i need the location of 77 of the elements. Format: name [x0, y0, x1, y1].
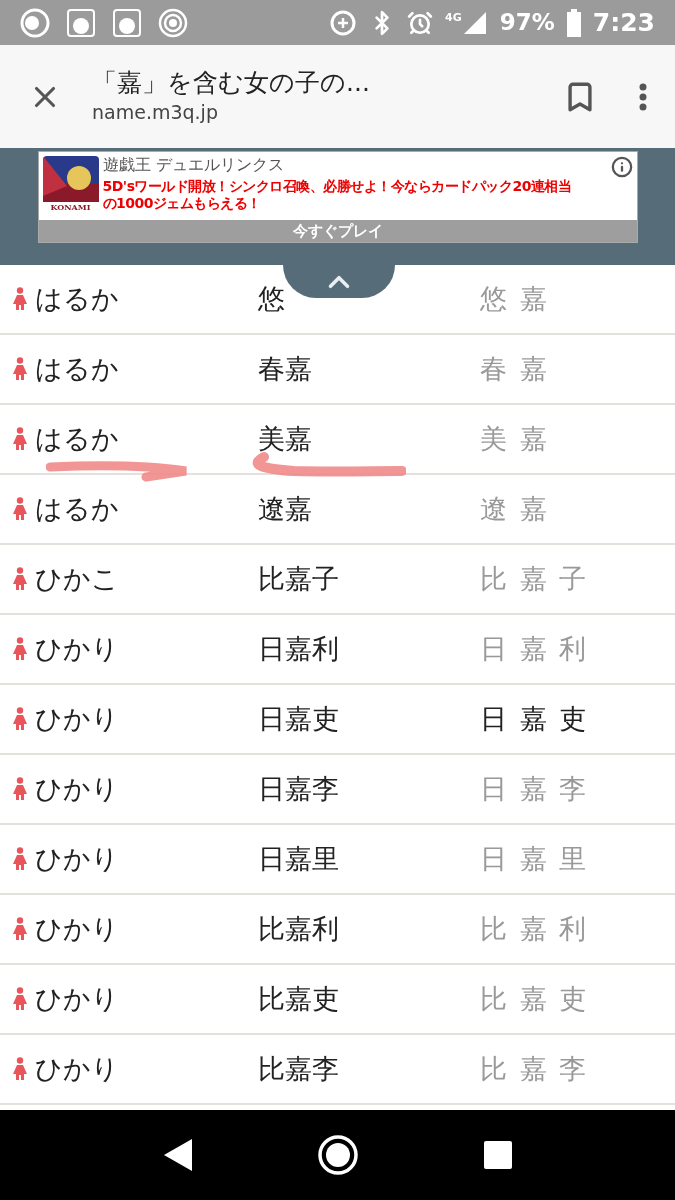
character-breakdown: 日 嘉 李 — [480, 771, 589, 806]
character-breakdown: 比 嘉 子 — [480, 561, 589, 596]
name-reading: ひかり — [35, 911, 120, 946]
list-row[interactable]: はるか 美嘉 美 嘉 — [0, 405, 675, 475]
recents-icon[interactable] — [483, 1140, 514, 1170]
character-breakdown: 美 嘉 — [480, 421, 549, 456]
name-kanji: 日嘉吏 — [258, 701, 339, 736]
target-icon — [158, 7, 188, 38]
list-row[interactable]: ひかり 比嘉利 比 嘉 利 — [0, 895, 675, 965]
page-title: 「嘉」を含む女の子の... — [92, 66, 370, 98]
character-breakdown: 比 嘉 吏 — [480, 981, 589, 1016]
character-breakdown: 日 嘉 吏 — [480, 701, 589, 736]
female-icon — [12, 567, 28, 591]
list-row[interactable]: はるか 遼嘉 遼 嘉 — [0, 475, 675, 545]
female-icon — [12, 987, 28, 1011]
female-icon — [12, 917, 28, 941]
name-kanji: 比嘉子 — [258, 561, 339, 596]
name-kanji: 日嘉李 — [258, 771, 339, 806]
list-row[interactable]: ひかり 日嘉里 日 嘉 里 — [0, 825, 675, 895]
name-kanji: 美嘉 — [258, 421, 312, 456]
female-icon — [12, 1057, 28, 1081]
ad-text: 5D'sワールド開放！シンクロ召喚、必勝せよ！今ならカードパック20連相当の1000ジェムもらえる！ — [102, 178, 573, 212]
list-row[interactable]: ひかこ 比嘉子 比 嘉 子 — [0, 545, 675, 615]
name-kanji: 比嘉吏 — [258, 981, 339, 1016]
more-icon — [639, 82, 647, 111]
list-row[interactable]: ひかり 比嘉李 比 嘉 李 — [0, 1035, 675, 1105]
ad-banner[interactable]: KONAMI 遊戯王 デュエルリンクス 5D'sワールド開放！シンクロ召喚、必勝せよ！今ならカードパック20連相当の1000ジェムもらえる！ 今すぐプレイ — [37, 151, 638, 243]
female-icon — [12, 357, 28, 381]
name-reading: ひかり — [35, 1051, 120, 1086]
name-reading: はるか — [35, 491, 120, 526]
name-reading: ひかこ — [35, 561, 120, 596]
info-icon[interactable] — [610, 156, 633, 178]
character-breakdown: 日 嘉 利 — [480, 631, 589, 666]
character-breakdown: 遼 嘉 — [480, 491, 549, 526]
character-breakdown: 日 嘉 里 — [480, 841, 589, 876]
list-row[interactable]: ひかり 日嘉利 日 嘉 利 — [0, 615, 675, 685]
name-reading: ひかり — [35, 631, 120, 666]
name-reading: はるか — [35, 351, 120, 386]
name-kanji: 日嘉利 — [258, 631, 339, 666]
name-reading: はるか — [35, 281, 120, 316]
ad-title: 遊戯王 デュエルリンクス — [102, 156, 284, 173]
name-reading: はるか — [35, 421, 120, 456]
female-icon — [12, 497, 28, 521]
list-row[interactable]: ひかり 比嘉吏 比 嘉 吏 — [0, 965, 675, 1035]
name-reading: ひかり — [35, 701, 120, 736]
character-breakdown: 悠 嘉 — [480, 281, 549, 316]
character-breakdown: 比 嘉 利 — [480, 911, 589, 946]
battery-percent: 97% — [499, 8, 555, 38]
battery-icon — [566, 8, 581, 37]
page-url: name.m3q.jp — [92, 99, 219, 125]
female-icon — [12, 637, 28, 661]
name-kanji: 日嘉里 — [258, 841, 339, 876]
name-kanji: 比嘉李 — [258, 1051, 339, 1086]
name-kanji: 遼嘉 — [258, 491, 312, 526]
app-icon — [20, 7, 50, 38]
character-breakdown: 比 嘉 李 — [480, 1051, 589, 1086]
name-reading: ひかり — [35, 981, 120, 1016]
female-icon — [12, 427, 28, 451]
list-row[interactable]: ひかり 日嘉李 日 嘉 李 — [0, 755, 675, 825]
female-icon — [12, 287, 28, 311]
name-kanji: 比嘉利 — [258, 911, 339, 946]
data-saver-icon — [329, 8, 358, 37]
home-icon[interactable] — [317, 1134, 360, 1176]
female-icon — [12, 777, 28, 801]
list-row[interactable]: はるか 春嘉 春 嘉 — [0, 335, 675, 405]
female-icon — [12, 847, 28, 871]
name-reading: ひかり — [35, 841, 120, 876]
name-kanji: 春嘉 — [258, 351, 312, 386]
menu-button[interactable] — [639, 82, 647, 111]
character-breakdown: 春 嘉 — [480, 351, 549, 386]
female-icon — [12, 707, 28, 731]
list-row[interactable]: ひかり 日嘉吏 日 嘉 吏 — [0, 685, 675, 755]
name-reading: ひかり — [35, 771, 120, 806]
alarm-icon — [407, 9, 434, 36]
clock: 7:23 — [592, 6, 655, 39]
network-type: 4G — [445, 9, 462, 26]
name-kanji: 悠 — [258, 281, 285, 316]
